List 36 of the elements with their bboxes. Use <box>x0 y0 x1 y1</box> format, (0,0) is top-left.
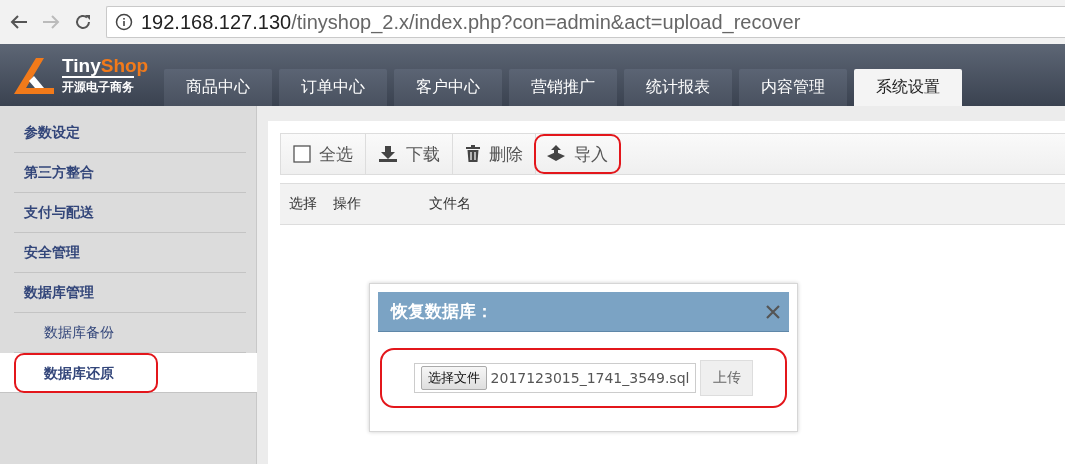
nav-tab[interactable]: 系统设置 <box>854 69 963 106</box>
file-input[interactable]: 选择文件 2017123015_1741_3549.sql <box>413 363 697 393</box>
toolbar-button[interactable]: 下载 <box>366 134 453 174</box>
toolbar-button[interactable]: 删除 <box>453 134 536 174</box>
logo-name: TinyShop <box>62 55 149 76</box>
sidebar-item[interactable]: 数据库还原 <box>0 353 257 393</box>
toolbar-button[interactable]: 全选 <box>281 134 366 174</box>
nav-tab[interactable]: 统计报表 <box>624 69 733 106</box>
checkbox-icon <box>293 145 311 163</box>
sidebar-item[interactable]: 支付与配送 <box>14 193 246 233</box>
column-header: 操作 <box>333 195 362 213</box>
upload-icon <box>546 145 566 163</box>
nav-tab[interactable]: 营销推广 <box>509 69 618 106</box>
sidebar-item[interactable]: 参数设定 <box>14 113 246 153</box>
sidebar-item[interactable]: 安全管理 <box>14 233 246 273</box>
download-icon <box>378 145 398 163</box>
close-icon[interactable] <box>765 303 781 320</box>
toolbar-button[interactable]: 导入 <box>534 134 621 174</box>
nav-tab[interactable]: 客户中心 <box>394 69 503 106</box>
sidebar-item[interactable]: 第三方整合 <box>14 153 246 193</box>
choose-file-button[interactable]: 选择文件 <box>420 366 487 390</box>
address-bar[interactable]: 192.168.127.130/tinyshop_2.x/index.php?con=admin&act=upload_recover <box>106 6 1065 38</box>
reload-icon[interactable] <box>74 13 92 31</box>
nav-tab[interactable]: 订单中心 <box>279 69 388 106</box>
upload-button[interactable]: 上传 <box>700 360 754 396</box>
url-text: 192.168.127.130/tinyshop_2.x/index.php?con=admin&act=upload_recover <box>141 10 801 34</box>
nav-tab[interactable]: 内容管理 <box>739 69 848 106</box>
logo-tagline: 开源电子商务 <box>62 75 134 95</box>
column-header: 选择 <box>289 195 318 213</box>
sidebar-item[interactable]: 数据库管理 <box>14 273 246 313</box>
dialog-title: 恢复数据库： <box>391 300 493 323</box>
info-icon[interactable] <box>115 13 133 31</box>
trash-icon <box>465 145 481 163</box>
nav-tab[interactable]: 商品中心 <box>164 69 273 106</box>
column-header: 文件名 <box>429 195 471 213</box>
back-icon[interactable] <box>10 14 28 30</box>
